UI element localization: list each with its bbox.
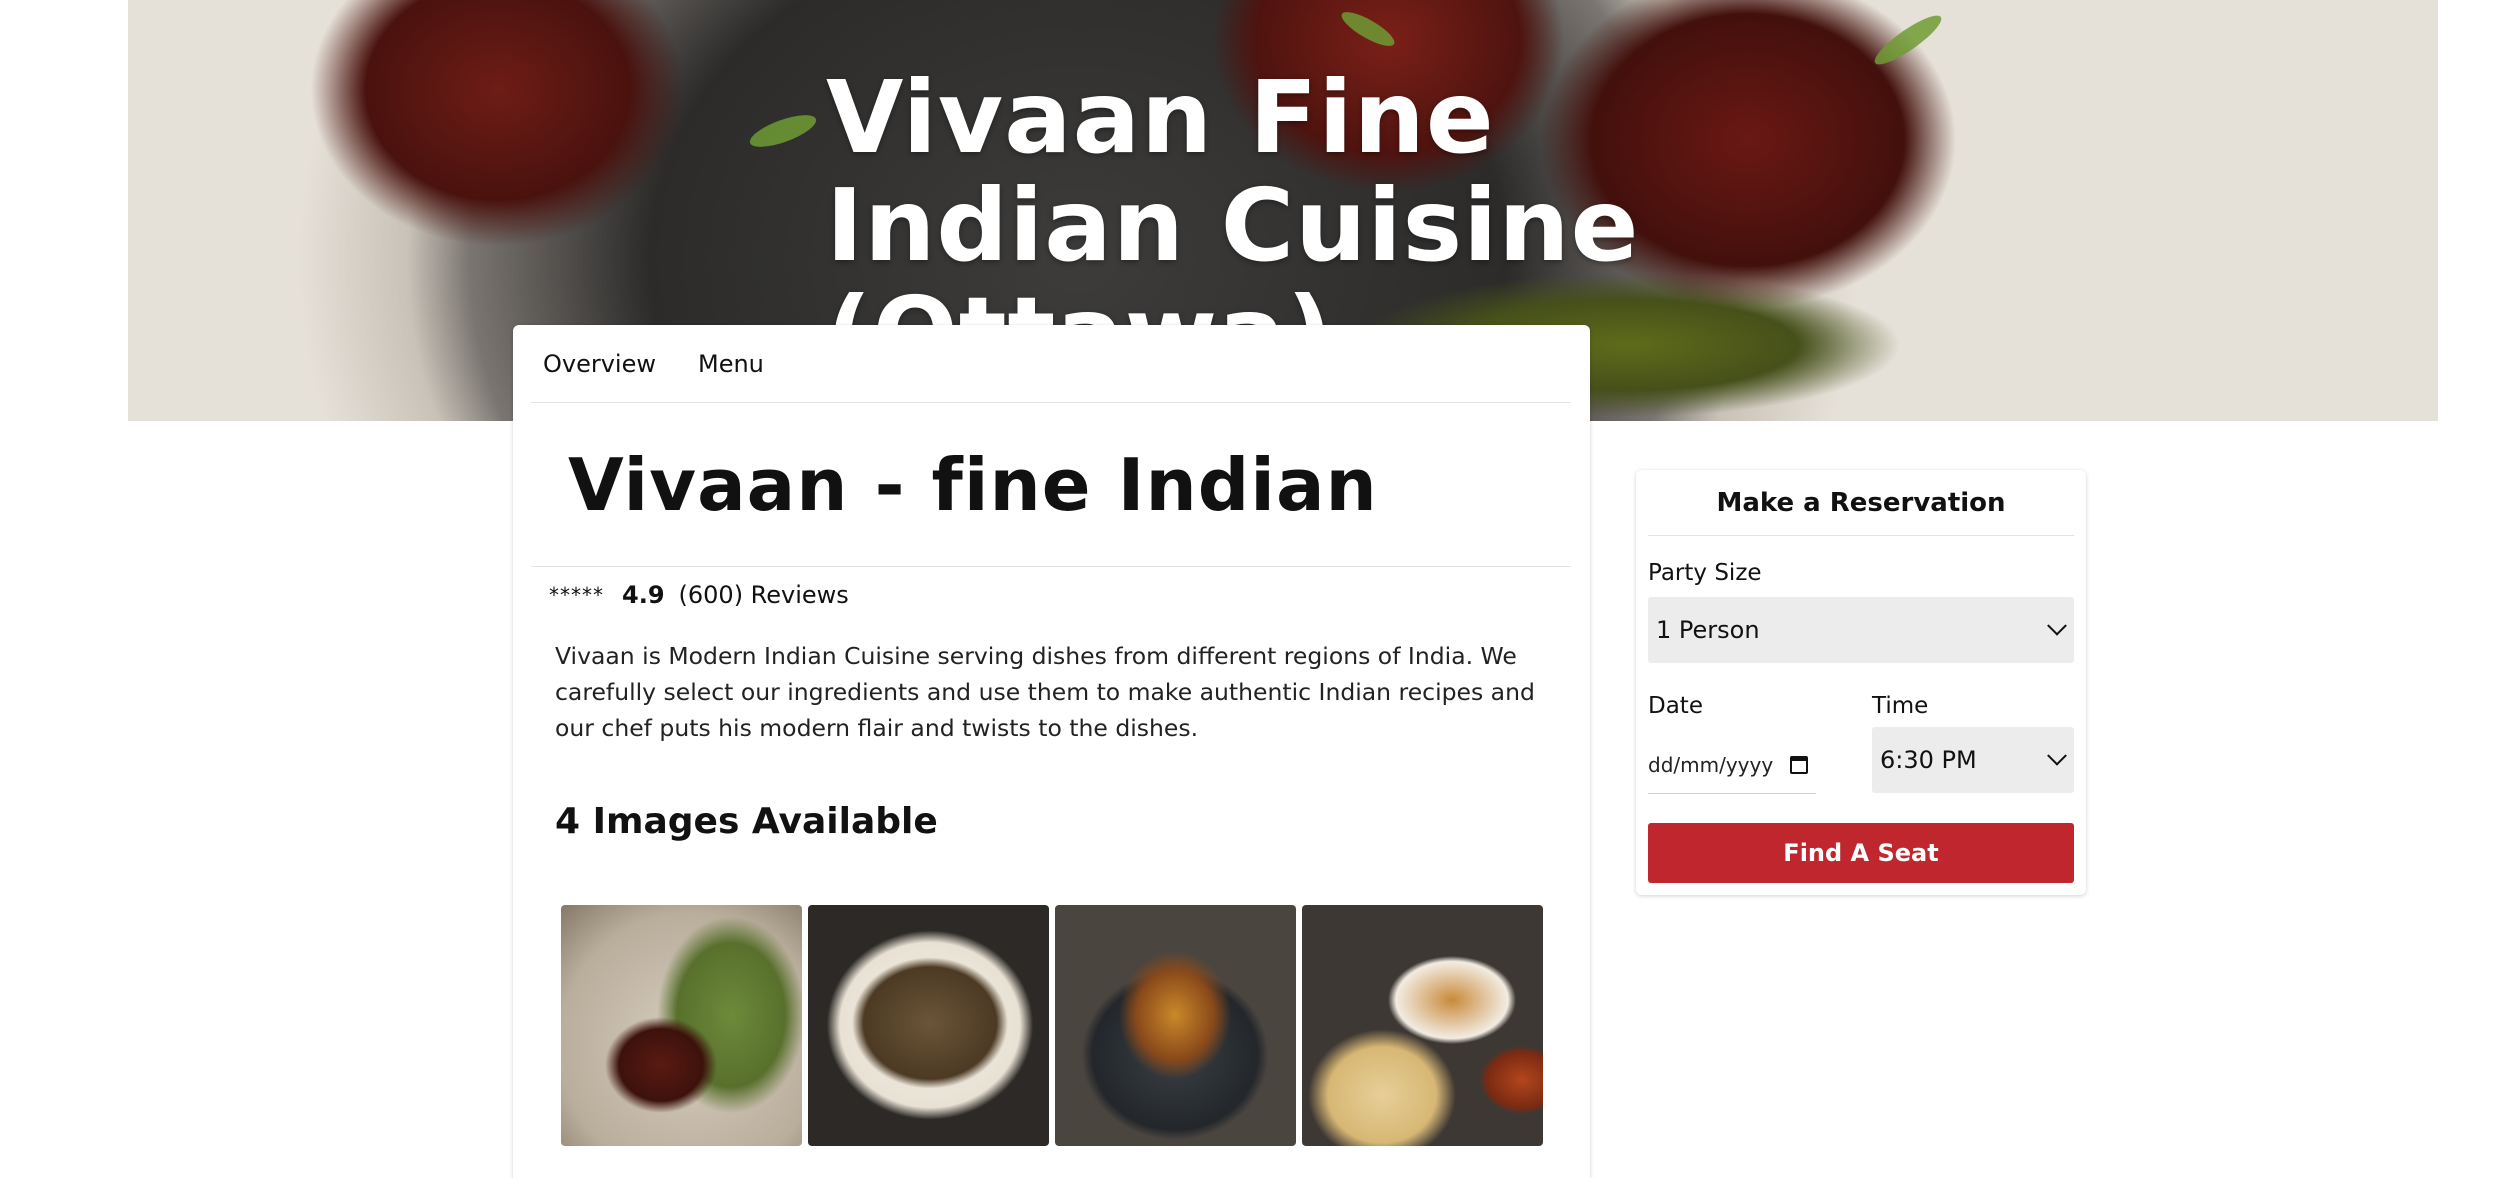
- gallery-photo-4[interactable]: [1302, 905, 1543, 1146]
- date-placeholder: dd/mm/yyyy: [1648, 752, 1774, 777]
- find-seat-button[interactable]: Find A Seat: [1648, 823, 2074, 883]
- rating-row: ***** 4.9 (600) Reviews: [549, 581, 849, 609]
- tab-menu[interactable]: Menu: [698, 350, 764, 378]
- title-divider: [531, 566, 1571, 567]
- restaurant-description: Vivaan is Modern Indian Cuisine serving …: [555, 642, 1535, 742]
- party-size-value: 1 Person: [1656, 616, 1760, 644]
- time-label: Time: [1872, 693, 1929, 719]
- time-select[interactable]: 6:30 PM: [1872, 727, 2074, 793]
- chevron-down-icon: [2047, 615, 2067, 636]
- reservation-title: Make a Reservation: [1648, 470, 2074, 536]
- restaurant-card: Overview Menu Vivaan - fine Indian *****…: [513, 325, 1590, 1178]
- gallery-photo-2[interactable]: [808, 905, 1049, 1146]
- review-count: (600) Reviews: [678, 581, 849, 609]
- gallery-photo-3[interactable]: [1055, 905, 1296, 1146]
- party-size-select[interactable]: 1 Person: [1648, 597, 2074, 663]
- images-heading: 4 Images Available: [555, 801, 938, 842]
- calendar-icon[interactable]: [1790, 755, 1808, 774]
- rating-stars: *****: [549, 583, 604, 607]
- chevron-down-icon: [2047, 745, 2067, 766]
- restaurant-nav: Overview Menu: [531, 325, 1571, 403]
- restaurant-name: Vivaan - fine Indian: [568, 443, 1378, 527]
- tab-overview[interactable]: Overview: [543, 350, 656, 378]
- date-label: Date: [1648, 693, 1703, 719]
- image-gallery: [561, 905, 1543, 1146]
- reservation-panel: Make a Reservation Party Size 1 Person D…: [1636, 470, 2086, 895]
- date-input[interactable]: dd/mm/yyyy: [1648, 736, 1816, 794]
- rating-score: 4.9: [622, 581, 665, 609]
- time-value: 6:30 PM: [1880, 746, 1977, 774]
- party-size-label: Party Size: [1648, 560, 1762, 586]
- gallery-photo-1[interactable]: [561, 905, 802, 1146]
